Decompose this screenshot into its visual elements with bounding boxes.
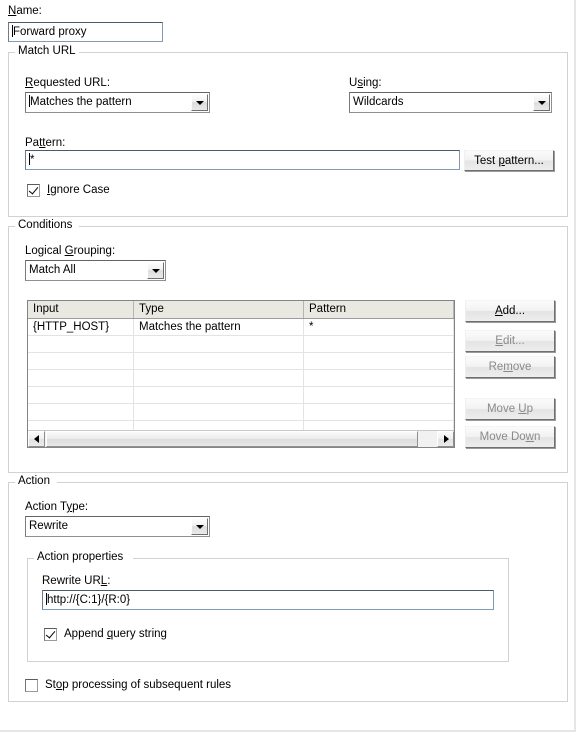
action-group: Action Action Type: Rewrite Action prope… <box>8 475 568 702</box>
match-url-group-title: Match URL <box>16 45 79 58</box>
scroll-left-arrow-icon[interactable] <box>28 431 45 447</box>
edit-condition-button[interactable]: Edit... <box>465 330 555 352</box>
table-row[interactable]: {HTTP_HOST} Matches the pattern * <box>28 319 454 336</box>
chevron-down-icon[interactable] <box>533 94 550 111</box>
column-header-type[interactable]: Type <box>134 301 304 318</box>
requested-url-select[interactable]: Matches the pattern <box>25 92 210 113</box>
logical-grouping-label: Logical Grouping: <box>25 245 116 257</box>
requested-url-value: Matches the pattern <box>30 96 132 108</box>
rewrite-url-input[interactable]: http://{C:1}/{R:0} <box>42 590 494 610</box>
cell-empty <box>304 336 454 352</box>
name-input[interactable]: Forward proxy <box>8 22 163 42</box>
rewrite-url-label: Rewrite URL: <box>42 575 111 587</box>
move-down-button[interactable]: Move Down <box>465 426 555 448</box>
cell-empty <box>134 404 304 420</box>
stop-processing-checkbox[interactable]: Stop processing of subsequent rules <box>25 678 231 692</box>
column-header-pattern[interactable]: Pattern <box>304 301 454 318</box>
action-group-title: Action <box>16 475 53 488</box>
table-row-empty[interactable] <box>28 370 454 387</box>
horizontal-scrollbar[interactable] <box>28 430 454 447</box>
table-row-empty[interactable] <box>28 404 454 421</box>
conditions-group-title: Conditions <box>16 219 76 232</box>
cell-pattern: * <box>304 319 454 335</box>
pattern-input-value: * <box>30 154 35 166</box>
action-type-value: Rewrite <box>29 520 68 532</box>
chevron-down-icon[interactable] <box>147 262 164 279</box>
table-header-row: Input Type Pattern <box>28 301 454 319</box>
move-up-button[interactable]: Move Up <box>465 398 555 420</box>
cell-empty <box>304 387 454 403</box>
action-type-label: Action Type: <box>25 501 89 513</box>
cell-empty <box>28 404 134 420</box>
chevron-down-icon[interactable] <box>191 94 208 111</box>
ignore-case-checkbox[interactable]: Ignore Case <box>27 183 110 197</box>
cell-input: {HTTP_HOST} <box>28 319 134 335</box>
cell-empty <box>28 336 134 352</box>
rewrite-url-value: http://{C:1}/{R:0} <box>47 594 131 606</box>
cell-empty <box>304 404 454 420</box>
cell-empty <box>134 387 304 403</box>
using-label: Using: <box>349 77 382 89</box>
logical-grouping-value: Match All <box>29 264 76 276</box>
cell-empty <box>134 336 304 352</box>
checkbox-empty-icon <box>25 678 38 692</box>
action-properties-title: Action properties <box>35 551 127 564</box>
scroll-right-arrow-icon[interactable] <box>437 431 454 447</box>
ignore-case-label: Ignore Case <box>47 184 110 196</box>
table-row-empty[interactable] <box>28 336 454 353</box>
cell-empty <box>304 353 454 369</box>
name-label: Name: <box>8 5 42 17</box>
using-value: Wildcards <box>353 96 404 108</box>
action-type-select[interactable]: Rewrite <box>25 516 210 537</box>
table-row-empty[interactable] <box>28 387 454 404</box>
add-condition-button[interactable]: Add... <box>465 300 555 322</box>
table-row-empty[interactable] <box>28 353 454 370</box>
checkmark-icon <box>27 183 40 197</box>
cell-empty <box>134 353 304 369</box>
cell-type: Matches the pattern <box>134 319 304 335</box>
match-url-group: Match URL Requested URL: Matches the pat… <box>8 45 568 217</box>
chevron-down-icon[interactable] <box>191 518 208 535</box>
remove-condition-button[interactable]: Remove <box>465 356 555 378</box>
using-select[interactable]: Wildcards <box>349 92 552 113</box>
append-query-string-label: Append query string <box>64 628 167 640</box>
pattern-input[interactable]: * <box>25 150 460 170</box>
cell-empty <box>28 370 134 386</box>
column-header-input[interactable]: Input <box>28 301 134 318</box>
requested-url-label: Requested URL: <box>25 77 111 89</box>
checkmark-icon <box>44 627 57 641</box>
append-query-string-checkbox[interactable]: Append query string <box>44 627 167 641</box>
scrollbar-thumb[interactable] <box>46 431 418 447</box>
stop-processing-label: Stop processing of subsequent rules <box>45 679 232 691</box>
conditions-table[interactable]: Input Type Pattern {HTTP_HOST} Matches t… <box>27 300 455 448</box>
logical-grouping-select[interactable]: Match All <box>25 260 166 281</box>
name-input-value: Forward proxy <box>13 26 87 38</box>
cell-empty <box>134 370 304 386</box>
action-properties-group: Action properties Rewrite URL: http://{C… <box>27 551 509 662</box>
edit-rule-dialog: Name: Forward proxy Match URL Requested … <box>0 0 576 732</box>
cell-empty <box>28 387 134 403</box>
cell-empty <box>304 370 454 386</box>
cell-empty <box>28 353 134 369</box>
pattern-label: Pattern: <box>25 137 66 149</box>
conditions-group: Conditions Logical Grouping: Match All I… <box>8 219 568 473</box>
test-pattern-button[interactable]: Test pattern... <box>464 150 554 171</box>
